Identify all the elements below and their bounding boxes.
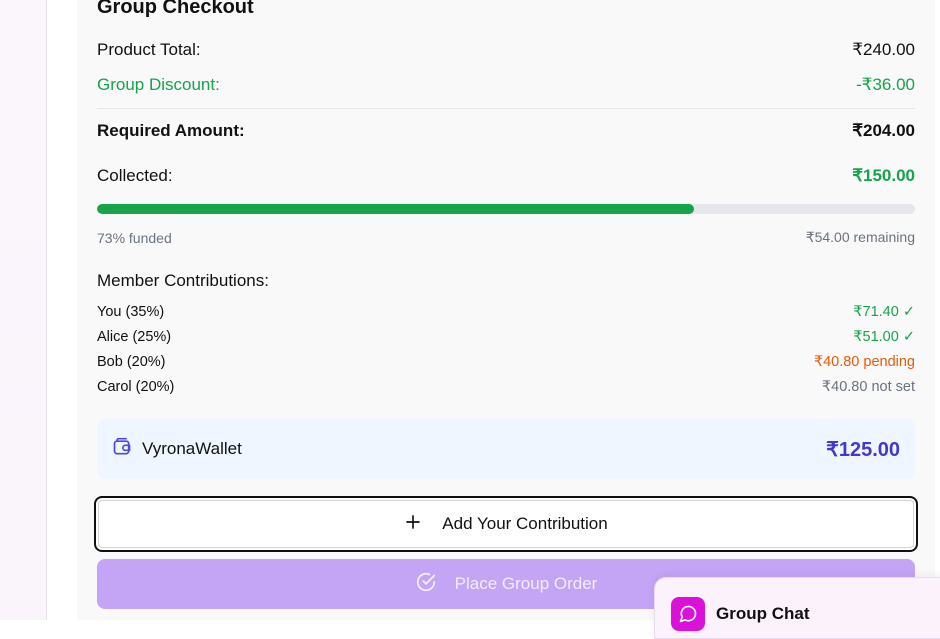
required-amount-label: Required Amount: xyxy=(97,121,245,140)
required-amount-row: Required Amount: ₹204.00 xyxy=(97,121,915,141)
remaining-amount-text: ₹54.00 remaining xyxy=(805,229,915,245)
check-circle-icon xyxy=(415,571,437,598)
member-amount: ₹40.80 pending xyxy=(813,354,915,370)
product-total-label: Product Total: xyxy=(97,40,201,59)
add-contribution-label: Add Your Contribution xyxy=(442,514,608,533)
member-contributions-title: Member Contributions: xyxy=(97,271,269,290)
member-row-you: You (35%) ₹71.40 ✓ xyxy=(97,304,915,320)
left-sidebar-edge xyxy=(0,0,47,620)
add-contribution-button[interactable]: Add Your Contribution xyxy=(94,496,918,552)
group-chat-title: Group Chat xyxy=(716,604,810,623)
group-discount-value: -₹36.00 xyxy=(855,75,915,94)
divider xyxy=(97,108,915,109)
group-discount-row: Group Discount: -₹36.00 xyxy=(97,75,915,95)
group-discount-label: Group Discount: xyxy=(97,75,220,94)
funding-status-row: 73% funded ₹54.00 remaining xyxy=(97,229,915,246)
member-name: You (35%) xyxy=(97,304,165,320)
funding-progress-bar xyxy=(97,204,915,214)
collected-label: Collected: xyxy=(97,166,173,185)
checkout-title: Group Checkout xyxy=(97,0,254,18)
wallet-icon xyxy=(112,437,132,462)
collected-value: ₹150.00 xyxy=(852,166,915,185)
product-total-value: ₹240.00 xyxy=(852,40,915,59)
wallet-balance: ₹125.00 xyxy=(826,438,900,461)
place-group-order-label: Place Group Order xyxy=(454,574,598,593)
member-name: Bob (20%) xyxy=(97,354,166,370)
member-row-alice: Alice (25%) ₹51.00 ✓ xyxy=(97,329,915,345)
member-amount: ₹71.40 ✓ xyxy=(853,304,915,320)
member-name: Alice (25%) xyxy=(97,329,172,345)
wallet-label-group: VyronaWallet xyxy=(112,437,242,462)
funding-progress-fill xyxy=(97,204,695,214)
member-name: Carol (20%) xyxy=(97,379,175,395)
member-row-bob: Bob (20%) ₹40.80 pending xyxy=(97,354,915,370)
page-margin xyxy=(47,0,77,620)
required-amount-value: ₹204.00 xyxy=(852,121,915,140)
member-row-carol: Carol (20%) ₹40.80 not set xyxy=(97,379,915,395)
chat-bubble-icon xyxy=(671,597,705,631)
collected-row: Collected: ₹150.00 xyxy=(97,166,915,186)
member-amount: ₹51.00 ✓ xyxy=(853,329,915,345)
group-chat-widget[interactable]: Group Chat xyxy=(654,577,940,639)
member-amount: ₹40.80 not set xyxy=(821,379,915,395)
product-total-row: Product Total: ₹240.00 xyxy=(97,40,915,60)
wallet-label: VyronaWallet xyxy=(142,439,242,458)
funded-percent-text: 73% funded xyxy=(97,229,172,246)
wallet-balance-panel: VyronaWallet ₹125.00 xyxy=(97,419,915,479)
plus-icon xyxy=(404,513,422,536)
